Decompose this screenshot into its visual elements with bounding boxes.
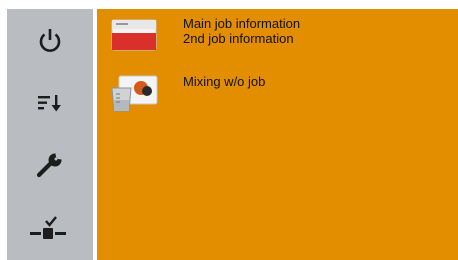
job-info-line1: Main job information	[183, 16, 301, 31]
app-frame: Main job information 2nd job information…	[0, 0, 458, 260]
job-row-main[interactable]: Main job information 2nd job information	[97, 13, 458, 63]
mixing-text: Mixing w/o job	[183, 74, 265, 89]
job-list-panel: Main job information 2nd job information…	[97, 9, 458, 260]
power-icon	[39, 29, 61, 52]
sort-descending-icon	[38, 95, 61, 112]
settings-button[interactable]	[7, 137, 93, 193]
job-row-mixing[interactable]: Mixing w/o job	[97, 71, 458, 121]
job-card-icon	[111, 19, 157, 51]
wrench-icon	[36, 153, 62, 178]
mixing-label: Mixing w/o job	[183, 74, 266, 89]
connection-check-icon	[30, 216, 66, 239]
sort-button[interactable]	[7, 75, 93, 131]
mixing-icon	[111, 75, 158, 112]
job-info-line2: 2nd job information	[183, 31, 294, 46]
power-button[interactable]	[7, 13, 93, 69]
connection-status-button[interactable]	[7, 201, 93, 257]
job-info-text: Main job information 2nd job information	[183, 16, 300, 46]
sidebar	[7, 9, 93, 260]
